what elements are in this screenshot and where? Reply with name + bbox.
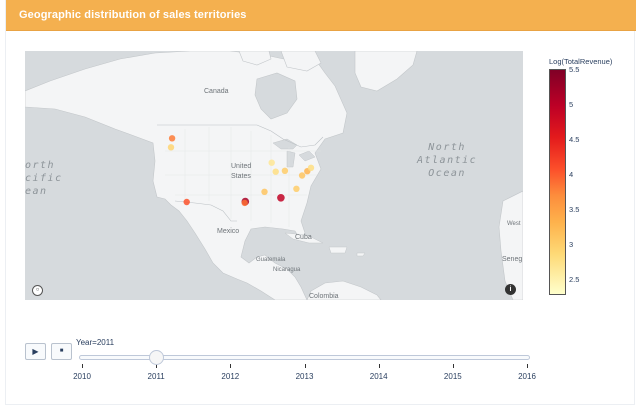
territory-point-5[interactable]: [241, 199, 248, 207]
label-seneg: Seneg: [502, 256, 523, 263]
colorbar-tick-label: 3: [569, 240, 574, 249]
slider-tickmark: [378, 364, 380, 368]
slider-current-value: Year=2011: [76, 338, 115, 347]
year-slider-handle[interactable]: [148, 350, 164, 365]
slider-tick-label-2013[interactable]: 2013: [296, 372, 314, 381]
slider-tick-label-2016[interactable]: 2016: [518, 372, 536, 381]
card-title: Geographic distribution of sales territo…: [19, 9, 247, 21]
slider-tick-label-2015[interactable]: 2015: [444, 372, 462, 381]
colorbar: [549, 69, 566, 295]
territory-point-12[interactable]: [298, 172, 306, 179]
colorbar-title: Log(TotalRevenue): [549, 57, 613, 66]
slider-tickmark: [304, 364, 306, 368]
land-greenland: [354, 51, 418, 92]
slider-tickmark: [527, 364, 528, 368]
territory-point-2[interactable]: [167, 144, 175, 151]
slider-tick-label-2011[interactable]: 2011: [148, 372, 165, 381]
label-canada: Canada: [204, 88, 229, 95]
slider-tick-label-2014[interactable]: 2014: [370, 372, 388, 381]
colorbar-tick-label: 2.5: [569, 275, 580, 284]
map-view[interactable]: Canada United States Mexico Cuba Guatema…: [25, 51, 523, 300]
label-mexico: Mexico: [217, 228, 240, 235]
territory-point-10[interactable]: [277, 194, 285, 202]
colorbar-tick-label: 5: [569, 100, 574, 109]
label-west: West: [507, 221, 521, 227]
slider-tick-label-2010[interactable]: 2010: [73, 372, 91, 381]
colorbar-tick-label: 3.5: [569, 205, 580, 214]
magnifier-icon[interactable]: ○: [32, 285, 43, 296]
info-icon[interactable]: i: [505, 284, 516, 295]
slider-tick-label-2012[interactable]: 2012: [221, 372, 239, 381]
slider-tickmark: [452, 364, 454, 368]
territory-point-11[interactable]: [293, 185, 300, 192]
slider-tickmark: [230, 364, 232, 368]
slider-tickmark: [82, 364, 83, 368]
label-colombia: Colombia: [309, 293, 339, 300]
territory-point-14[interactable]: [307, 164, 315, 171]
territory-point-3[interactable]: [183, 198, 190, 206]
land-north-america: [25, 51, 348, 300]
label-north-atlantic-ocean: North Atlantic Ocean: [417, 142, 478, 179]
territory-point-6[interactable]: [261, 188, 268, 195]
label-cuba: Cuba: [295, 234, 312, 241]
label-north-pacific-ocean: orth cific ean: [25, 160, 63, 197]
label-guatemala: Guatemala: [256, 257, 286, 263]
territory-point-7[interactable]: [268, 159, 275, 166]
play-button[interactable]: ▶: [25, 343, 46, 360]
label-nicaragua: Nicaragua: [273, 267, 301, 273]
colorbar-tick-label: 4: [569, 170, 574, 179]
land-hispaniola: [328, 246, 366, 257]
card-header: Geographic distribution of sales territo…: [6, 0, 636, 31]
territory-point-1[interactable]: [168, 135, 176, 142]
year-slider-rail[interactable]: [79, 355, 530, 360]
colorbar-tick-label: 5.5: [569, 65, 580, 74]
territory-point-8[interactable]: [272, 168, 279, 175]
territory-point-9[interactable]: [281, 167, 289, 174]
stop-button[interactable]: ■: [51, 343, 72, 360]
label-united-states: United States: [231, 163, 252, 180]
colorbar-tick-label: 4.5: [569, 135, 580, 144]
